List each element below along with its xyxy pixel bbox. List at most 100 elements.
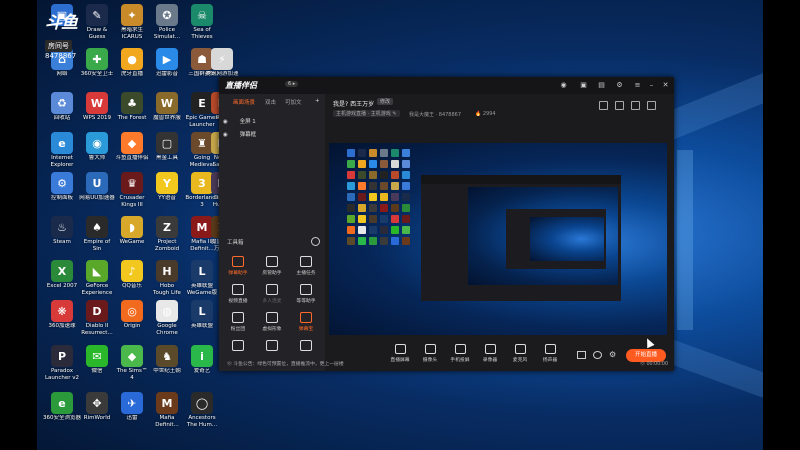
tool-button[interactable]: 弹幕宝 xyxy=(291,312,321,332)
desktop-icon[interactable]: ◉ 鲁大师 xyxy=(78,132,116,162)
camera-icon[interactable] xyxy=(577,351,586,359)
desktop-icon[interactable]: ♞ 中世纪王朝 xyxy=(148,345,186,375)
preview-desktop-icons xyxy=(347,149,410,245)
desktop-icon[interactable]: ● 虎牙直播 xyxy=(113,48,151,78)
tool-label: 视频直播 xyxy=(228,299,248,304)
lock-icon[interactable] xyxy=(599,101,608,110)
tool-button[interactable] xyxy=(291,340,321,353)
desktop-icon[interactable]: ◗ WeGame xyxy=(113,216,151,246)
desktop-icon[interactable]: D Diablo II Resurrect... xyxy=(78,300,116,336)
share-icon[interactable] xyxy=(615,101,624,110)
desktop-icon[interactable]: ✈ 迅雷 xyxy=(113,392,151,422)
avatar[interactable]: ◉ xyxy=(559,81,568,89)
desktop-icon[interactable]: L 英雄联盟 WeGame版 xyxy=(183,260,221,296)
source-button[interactable]: 麦克风 xyxy=(507,344,533,363)
eye-icon[interactable]: ◉ xyxy=(223,119,228,125)
skin-icon[interactable]: ▣ xyxy=(579,81,588,89)
desktop-icon[interactable]: ✥ RimWorld xyxy=(78,392,116,422)
source-button[interactable]: 录像器 xyxy=(477,344,503,363)
desktop-icon[interactable]: ♛ Crusader Kings III xyxy=(113,172,151,208)
desktop-icon[interactable]: W 魔兽世界服 xyxy=(148,92,186,122)
desktop-icon[interactable]: ✉ 微信 xyxy=(78,345,116,375)
desktop-icon[interactable]: X Excel 2007 xyxy=(43,260,81,290)
tool-button[interactable]: 虚拟形象 xyxy=(257,312,287,332)
bottom-toolbar: 直播屏幕 摄像头 手机投屏 录像器 麦克风 扬声器 ⚙ 开始直播 xyxy=(325,341,674,371)
source-button[interactable]: 摄像头 xyxy=(417,344,443,363)
edit-title-button[interactable]: 修改 xyxy=(377,98,394,105)
source-button[interactable]: 扬声器 xyxy=(537,344,563,363)
tab-scenes[interactable]: 画面场景 xyxy=(233,98,255,106)
category-selector[interactable]: 主机游戏直播 · 主机游戏 ✎ xyxy=(333,110,400,117)
preview-icon xyxy=(358,149,366,157)
desktop-icon[interactable]: ✪ Police Simulat... xyxy=(148,4,186,40)
scene-item[interactable]: ◉ 弹幕框 xyxy=(223,130,256,138)
desktop-icon[interactable]: ♻ 回收站 xyxy=(43,92,81,122)
desktop-icon[interactable]: L 英雄联盟 xyxy=(183,300,221,330)
desktop-icon[interactable]: ☠ Sea of Thieves xyxy=(183,4,221,40)
desktop-icon[interactable]: ◯ Ancestors The Hum... xyxy=(183,392,221,428)
desktop-icon[interactable]: Z Project Zomboid xyxy=(148,216,186,252)
tool-button[interactable]: 粉丝团 xyxy=(223,312,253,332)
desktop-icon[interactable]: ◆ 斗鱼直播伴侣 xyxy=(113,132,151,162)
tool-button[interactable]: 视频直播 xyxy=(223,284,253,304)
desktop-icon[interactable]: P Paradox Launcher v2 xyxy=(43,345,81,381)
fullscreen-icon[interactable] xyxy=(647,101,656,110)
menu-icon[interactable]: ≡ xyxy=(633,81,642,89)
close-icon[interactable]: ✕ xyxy=(661,81,670,89)
settings-icon[interactable]: ⚙ xyxy=(615,81,624,89)
tool-button[interactable]: 等等助手 xyxy=(291,284,321,304)
desktop-icon-label: 360安全浏览器 xyxy=(43,415,81,421)
desktop-icon[interactable]: W WPS 2019 xyxy=(78,92,116,122)
source-button[interactable]: 手机投屏 xyxy=(447,344,473,363)
desktop-icon[interactable]: ◣ GeForce Experience xyxy=(78,260,116,296)
desktop-icon[interactable]: ◍ Google Chrome xyxy=(148,300,186,336)
tool-button[interactable]: 房管助手 xyxy=(257,256,287,276)
desktop-icon-label: Steam xyxy=(53,239,71,245)
desktop-icon[interactable]: ⚙ 控制面板 xyxy=(43,172,81,202)
preview-icon xyxy=(380,237,388,245)
add-scene-button[interactable]: + xyxy=(315,98,320,104)
app-icon: M xyxy=(156,392,178,414)
desktop-icon[interactable]: M Mafia Definit... xyxy=(148,392,186,428)
title-bar[interactable]: 直播伴侣 6 ▸ ◉ ▣ ▤ ⚙ ≡ – ✕ xyxy=(219,77,674,94)
record-icon[interactable] xyxy=(631,101,640,110)
desktop-icon[interactable]: ⚡ 腾讯网游加速 xyxy=(203,48,241,78)
tool-button[interactable]: 弹幕助手 xyxy=(223,256,253,276)
desktop-icon[interactable]: ♪ QQ音乐 xyxy=(113,260,151,290)
tab-double[interactable]: 双击 xyxy=(265,98,276,106)
tool-button[interactable] xyxy=(257,340,287,353)
desktop-icon[interactable]: e 360安全浏览器 xyxy=(43,392,81,422)
scene-item[interactable]: ◉ 全屏 1 xyxy=(223,117,256,125)
desktop-icon[interactable]: ▶ 迅雷影音 xyxy=(148,48,186,78)
preview-icon xyxy=(391,182,399,190)
gift-icon[interactable]: ▤ xyxy=(597,81,606,89)
livestream-companion-window[interactable]: 直播伴侣 6 ▸ ◉ ▣ ▤ ⚙ ≡ – ✕ 画面场景 双击 可加文 + ◉ 全… xyxy=(219,77,674,371)
desktop-icon[interactable]: i 爱奇艺 xyxy=(183,345,221,375)
desktop-icon[interactable]: ❋ 360加速球 xyxy=(43,300,81,330)
tool-icon xyxy=(300,256,312,267)
eye-icon[interactable] xyxy=(593,351,602,359)
tab-add[interactable]: 可加文 xyxy=(285,98,302,106)
settings-icon[interactable]: ⚙ xyxy=(609,350,616,359)
eye-icon[interactable]: ◉ xyxy=(223,132,228,138)
stream-preview[interactable] xyxy=(329,143,667,335)
desktop-icon[interactable]: U 网易UU加速器 xyxy=(78,172,116,202)
desktop-icon[interactable]: ♠ Empire of Sin xyxy=(78,216,116,252)
desktop-icon[interactable]: Y YY语音 xyxy=(148,172,186,202)
toolbox-more-icon[interactable] xyxy=(311,237,320,246)
tool-button[interactable]: 多人连麦 xyxy=(257,284,287,304)
version-badge[interactable]: 6 ▸ xyxy=(285,81,299,87)
desktop-icon[interactable]: ▢ 黑金工具 xyxy=(148,132,186,162)
desktop-icon[interactable]: ◎ Origin xyxy=(113,300,151,330)
tool-button[interactable]: 主播任务 xyxy=(291,256,321,276)
preview-icon xyxy=(380,193,388,201)
minimize-icon[interactable]: – xyxy=(647,81,656,89)
desktop-icon[interactable]: ✦ 黑暗求生 ICARUS xyxy=(113,4,151,40)
desktop-icon[interactable]: ♣ The Forest xyxy=(113,92,151,122)
tool-button[interactable] xyxy=(223,340,253,353)
desktop-icon[interactable]: H Hobo Tough Life xyxy=(148,260,186,296)
source-button[interactable]: 直播屏幕 xyxy=(387,344,413,363)
desktop-icon[interactable]: ◆ The Sims™ 4 xyxy=(113,345,151,381)
desktop-icon[interactable]: ♨ Steam xyxy=(43,216,81,246)
desktop-icon[interactable]: e Internet Explorer xyxy=(43,132,81,168)
